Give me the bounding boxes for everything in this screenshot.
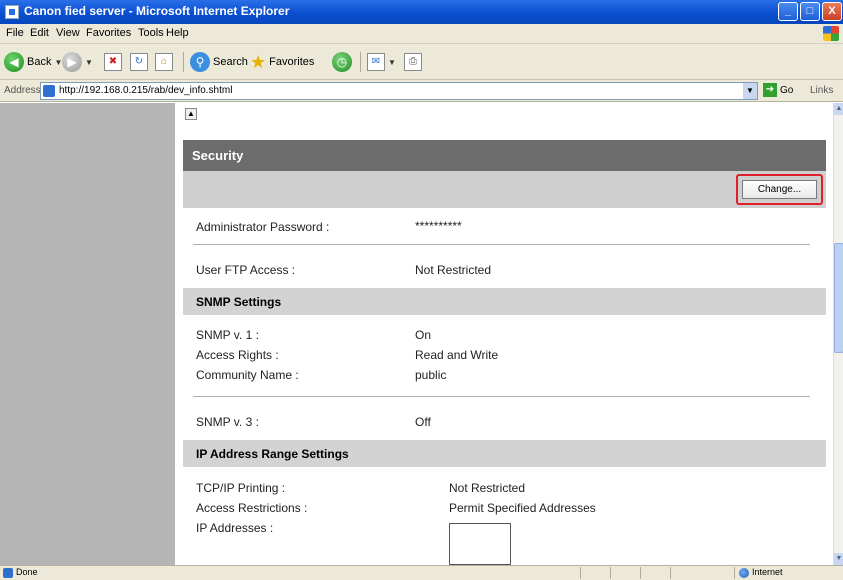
divider bbox=[193, 244, 810, 245]
mail-icon: ✉ bbox=[367, 53, 385, 71]
tcpip-printing-value: Not Restricted bbox=[449, 481, 526, 495]
history-button[interactable]: ◷ bbox=[332, 51, 352, 73]
chevron-down-icon: ▼ bbox=[85, 57, 93, 67]
page-content: ▲ Security Change... Administrator Passw… bbox=[0, 103, 833, 565]
access-restrictions-label: Access Restrictions : bbox=[196, 501, 308, 515]
status-divider bbox=[640, 567, 641, 579]
snmp-v1-value: On bbox=[415, 328, 432, 342]
history-icon: ◷ bbox=[332, 52, 352, 72]
chevron-down-icon[interactable]: ▼ bbox=[743, 83, 757, 99]
vertical-scrollbar[interactable]: ▲ ▼ bbox=[833, 103, 843, 565]
ip-addresses-label: IP Addresses : bbox=[196, 521, 274, 535]
go-label: Go bbox=[780, 84, 794, 96]
snmp-v3-value: Off bbox=[415, 415, 431, 429]
refresh-button[interactable]: ↻ bbox=[130, 51, 148, 73]
minimize-button[interactable]: _ bbox=[778, 2, 798, 21]
menu-bar: File Edit View Favorites Tools Help bbox=[0, 24, 843, 44]
address-input[interactable]: http://192.168.0.215/rab/dev_info.shtml … bbox=[40, 82, 758, 100]
back-arrow-icon: ◀ bbox=[4, 52, 24, 72]
security-section-header: Security bbox=[183, 140, 826, 171]
menu-help[interactable]: Help bbox=[166, 27, 189, 39]
access-restrictions-value: Permit Specified Addresses bbox=[449, 501, 596, 515]
search-button[interactable]: ⚲ Search bbox=[190, 51, 248, 73]
toolbar-separator bbox=[360, 52, 361, 72]
access-rights-label: Access Rights : bbox=[196, 348, 279, 362]
scroll-up-arrow-icon[interactable]: ▲ bbox=[834, 103, 843, 115]
change-button[interactable]: Change... bbox=[742, 180, 817, 199]
chevron-down-icon: ▼ bbox=[388, 57, 396, 67]
forward-button[interactable]: ▶ ▼ bbox=[62, 51, 93, 73]
windows-logo-icon bbox=[823, 26, 839, 41]
mail-button[interactable]: ✉ ▼ bbox=[367, 51, 396, 73]
access-rights-value: Read and Write bbox=[415, 348, 499, 362]
left-navigation-panel bbox=[0, 103, 175, 565]
internet-zone-icon bbox=[739, 568, 749, 578]
stop-button[interactable]: ✖ bbox=[104, 51, 122, 73]
divider bbox=[193, 396, 810, 397]
community-name-value: public bbox=[415, 368, 447, 382]
home-button[interactable]: ⌂ bbox=[155, 51, 173, 73]
community-name-label: Community Name : bbox=[196, 368, 299, 382]
status-divider bbox=[580, 567, 581, 579]
menu-view[interactable]: View bbox=[56, 27, 80, 39]
address-bar: Address http://192.168.0.215/rab/dev_inf… bbox=[0, 80, 843, 102]
star-icon: ★ bbox=[250, 51, 267, 72]
ip-addresses-listbox[interactable] bbox=[449, 523, 511, 565]
menu-edit[interactable]: Edit bbox=[30, 27, 49, 39]
admin-password-value: ********** bbox=[415, 219, 462, 233]
go-arrow-icon: ➔ bbox=[763, 83, 777, 97]
admin-password-label: Administrator Password : bbox=[196, 220, 330, 234]
ftp-access-label: User FTP Access : bbox=[196, 263, 296, 277]
menu-favorites[interactable]: Favorites bbox=[86, 27, 131, 39]
refresh-icon: ↻ bbox=[130, 53, 148, 71]
menu-file[interactable]: File bbox=[6, 27, 24, 39]
close-button[interactable]: X bbox=[822, 2, 842, 21]
status-divider bbox=[670, 567, 671, 579]
main-panel: ▲ Security Change... Administrator Passw… bbox=[175, 103, 833, 565]
favorites-button[interactable]: ★ Favorites bbox=[250, 51, 314, 73]
ip-range-settings-header: IP Address Range Settings bbox=[183, 440, 826, 467]
window-title: Canon fied server - Microsoft Internet E… bbox=[24, 4, 290, 18]
print-icon: ⎙ bbox=[404, 53, 422, 71]
favorites-label: Favorites bbox=[269, 56, 315, 68]
status-divider bbox=[610, 567, 611, 579]
search-label: Search bbox=[213, 56, 248, 68]
address-url: http://192.168.0.215/rab/dev_info.shtml bbox=[59, 85, 233, 96]
print-button[interactable]: ⎙ bbox=[404, 51, 422, 73]
forward-arrow-icon: ▶ bbox=[62, 52, 82, 72]
toolbar: ◀ Back ▼ ▶ ▼ ✖ ↻ ⌂ ⚲ Search ★ Favorites … bbox=[0, 44, 843, 80]
status-text: Done bbox=[16, 567, 38, 577]
highlight-outline: Change... bbox=[736, 174, 823, 205]
back-button[interactable]: ◀ Back ▼ bbox=[4, 51, 62, 73]
snmp-v1-label: SNMP v. 1 : bbox=[196, 328, 259, 342]
search-icon: ⚲ bbox=[190, 52, 210, 72]
title-bar: Canon fied server - Microsoft Internet E… bbox=[0, 0, 843, 24]
toolbar-separator bbox=[183, 52, 184, 72]
ie-app-icon bbox=[5, 5, 19, 19]
home-icon: ⌂ bbox=[155, 53, 173, 71]
back-label: Back bbox=[27, 56, 52, 68]
go-button[interactable]: ➔ Go bbox=[763, 83, 793, 97]
snmp-settings-header: SNMP Settings bbox=[183, 288, 826, 315]
stop-icon: ✖ bbox=[104, 53, 122, 71]
status-bar: Done Internet bbox=[0, 565, 843, 580]
snmp-v3-label: SNMP v. 3 : bbox=[196, 415, 259, 429]
section-action-bar: Change... bbox=[183, 171, 826, 208]
scroll-thumb[interactable] bbox=[834, 243, 843, 353]
menu-tools[interactable]: Tools bbox=[138, 27, 164, 39]
address-label: Address bbox=[4, 85, 41, 96]
page-done-icon bbox=[3, 568, 13, 578]
status-divider bbox=[734, 567, 735, 579]
page-icon bbox=[43, 85, 55, 97]
maximize-button[interactable]: □ bbox=[800, 2, 820, 21]
tcpip-printing-label: TCP/IP Printing : bbox=[196, 481, 286, 495]
zone-text: Internet bbox=[752, 567, 783, 577]
scroll-down-arrow-icon[interactable]: ▼ bbox=[834, 553, 843, 565]
links-button[interactable]: Links bbox=[810, 85, 833, 96]
page-top-arrow-icon[interactable]: ▲ bbox=[185, 108, 197, 120]
ftp-access-value: Not Restricted bbox=[415, 263, 492, 277]
